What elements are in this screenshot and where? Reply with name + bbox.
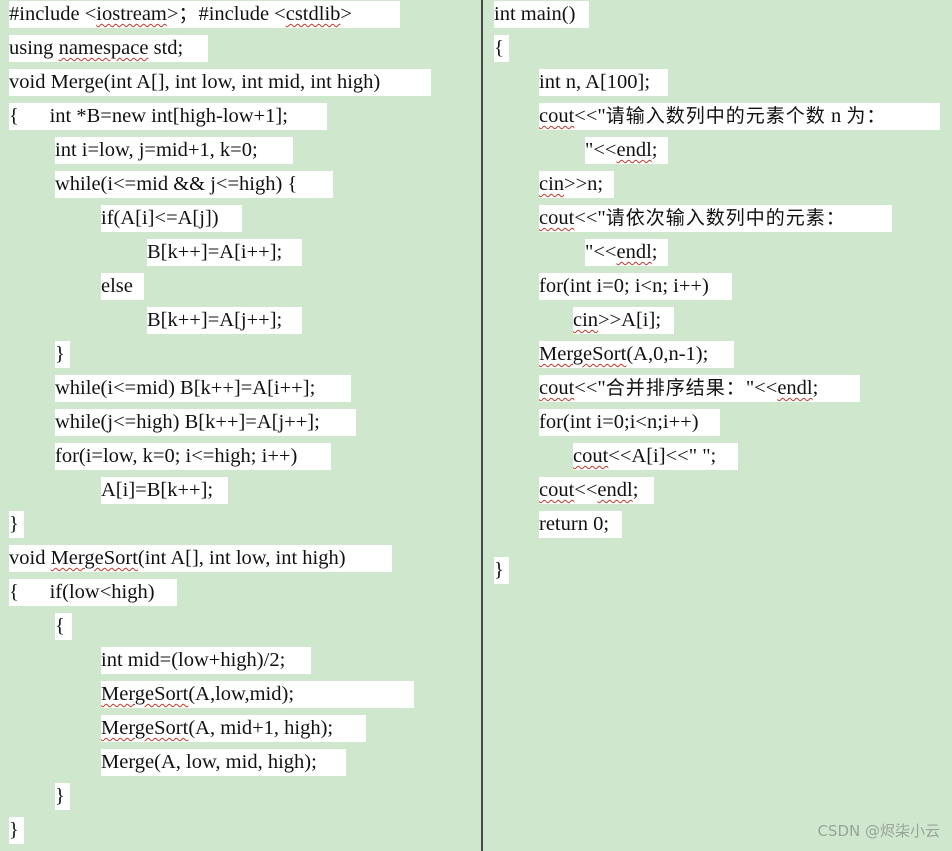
left-code-line: } <box>9 817 24 851</box>
right-code-line: cin>>n; <box>539 171 614 205</box>
code-text: } <box>9 511 24 538</box>
code-text: A[i]=B[k++]; <box>101 477 228 504</box>
code-text: while(i<=mid && j<=high) { <box>55 171 333 198</box>
code-text: { <box>494 35 509 62</box>
code-text: int mid=(low+high)/2; <box>101 647 311 674</box>
code-text: } <box>9 817 24 844</box>
code-text: for(int i=0;i<n;i++) <box>539 409 720 436</box>
right-code-line: { <box>494 35 509 69</box>
left-code-line: } <box>55 341 70 375</box>
left-code-line: while(j<=high) B[k++]=A[j++]; <box>55 409 356 443</box>
right-code-line: MergeSort(A,0,n-1); <box>539 341 734 375</box>
code-text: cout<<endl; <box>539 477 654 504</box>
code-text: MergeSort(A,0,n-1); <box>539 341 734 368</box>
code-text: #include <iostream>；#include <cstdlib> <box>9 1 400 28</box>
left-code-line: using namespace std; <box>9 35 208 69</box>
code-text: { int *B=new int[high-low+1]; <box>9 103 327 130</box>
code-text: if(A[i]<=A[j]) <box>101 205 242 232</box>
code-text: cout<<"请依次输入数列中的元素： <box>539 205 892 232</box>
code-text: { if(low<high) <box>9 579 177 606</box>
code-text: cout<<"合并排序结果："<<endl; <box>539 375 860 402</box>
left-code-line: { if(low<high) <box>9 579 177 613</box>
code-text: while(j<=high) B[k++]=A[j++]; <box>55 409 356 436</box>
code-text: for(i=low, k=0; i<=high; i++) <box>55 443 331 470</box>
right-code-line: cout<<endl; <box>539 477 654 511</box>
right-code-line: "<<endl; <box>585 137 668 171</box>
left-code-line: int mid=(low+high)/2; <box>101 647 311 681</box>
code-text: cin>>A[i]; <box>573 307 674 334</box>
watermark: CSDN @烬柒小云 <box>817 822 940 840</box>
code-text: "<<endl; <box>585 137 668 164</box>
left-code-line: #include <iostream>；#include <cstdlib> <box>9 1 400 35</box>
left-code-line: { int *B=new int[high-low+1]; <box>9 103 327 137</box>
right-code-line: for(int i=0;i<n;i++) <box>539 409 720 443</box>
left-code-line: if(A[i]<=A[j]) <box>101 205 242 239</box>
left-code-line: MergeSort(A,low,mid); <box>101 681 414 715</box>
code-text: int main() <box>494 1 589 28</box>
right-code-line: int main() <box>494 1 589 35</box>
left-code-line: while(i<=mid && j<=high) { <box>55 171 333 205</box>
code-text: for(int i=0; i<n; i++) <box>539 273 732 300</box>
code-text: return 0; <box>539 511 622 538</box>
code-text: B[k++]=A[j++]; <box>147 307 302 334</box>
left-code-line: while(i<=mid) B[k++]=A[i++]; <box>55 375 351 409</box>
code-text: else <box>101 273 144 300</box>
code-text: } <box>494 557 509 584</box>
left-code-line: for(i=low, k=0; i<=high; i++) <box>55 443 331 477</box>
right-code-column: int main() { int n, A[100]; cout<<"请输入数列中的元… <box>483 0 952 851</box>
left-code-line: B[k++]=A[i++]; <box>147 239 302 273</box>
code-text: B[k++]=A[i++]; <box>147 239 302 266</box>
left-code-line: { <box>55 613 72 647</box>
right-code-line: cout<<"请输入数列中的元素个数 n 为： <box>539 103 940 137</box>
code-text: int n, A[100]; <box>539 69 668 96</box>
right-code-line: "<<endl; <box>585 239 668 273</box>
code-text: void MergeSort(int A[], int low, int hig… <box>9 545 392 572</box>
left-code-line: } <box>9 511 24 545</box>
code-text: "<<endl; <box>585 239 668 266</box>
left-code-column: #include <iostream>；#include <cstdlib> us… <box>0 0 481 851</box>
code-text: cout<<"请输入数列中的元素个数 n 为： <box>539 103 940 130</box>
left-code-line: } <box>55 783 70 817</box>
left-code-line: else <box>101 273 144 307</box>
right-code-line: cout<<"合并排序结果："<<endl; <box>539 375 860 409</box>
code-text: } <box>55 341 70 368</box>
left-code-line: int i=low, j=mid+1, k=0; <box>55 137 293 171</box>
right-code-line: } <box>494 557 509 591</box>
code-text: cout<<A[i]<<" "; <box>573 443 738 470</box>
left-code-line: Merge(A, low, mid, high); <box>101 749 346 783</box>
code-text: while(i<=mid) B[k++]=A[i++]; <box>55 375 351 402</box>
right-code-line: cin>>A[i]; <box>573 307 674 341</box>
left-code-line: B[k++]=A[j++]; <box>147 307 302 341</box>
code-text: MergeSort(A,low,mid); <box>101 681 414 708</box>
code-text: } <box>55 783 70 810</box>
left-code-line: A[i]=B[k++]; <box>101 477 228 511</box>
code-text: Merge(A, low, mid, high); <box>101 749 346 776</box>
code-text: using namespace std; <box>9 35 208 62</box>
code-text: void Merge(int A[], int low, int mid, in… <box>9 69 431 96</box>
code-text: MergeSort(A, mid+1, high); <box>101 715 366 742</box>
right-code-line: cout<<A[i]<<" "; <box>573 443 738 477</box>
right-code-line: return 0; <box>539 511 622 545</box>
right-code-line: for(int i=0; i<n; i++) <box>539 273 732 307</box>
left-code-line: void MergeSort(int A[], int low, int hig… <box>9 545 392 579</box>
right-code-line: int n, A[100]; <box>539 69 668 103</box>
code-text: cin>>n; <box>539 171 614 198</box>
right-code-line: cout<<"请依次输入数列中的元素： <box>539 205 892 239</box>
left-code-line: MergeSort(A, mid+1, high); <box>101 715 366 749</box>
code-text: { <box>55 613 72 640</box>
left-code-line: void Merge(int A[], int low, int mid, in… <box>9 69 431 103</box>
code-text: int i=low, j=mid+1, k=0; <box>55 137 293 164</box>
